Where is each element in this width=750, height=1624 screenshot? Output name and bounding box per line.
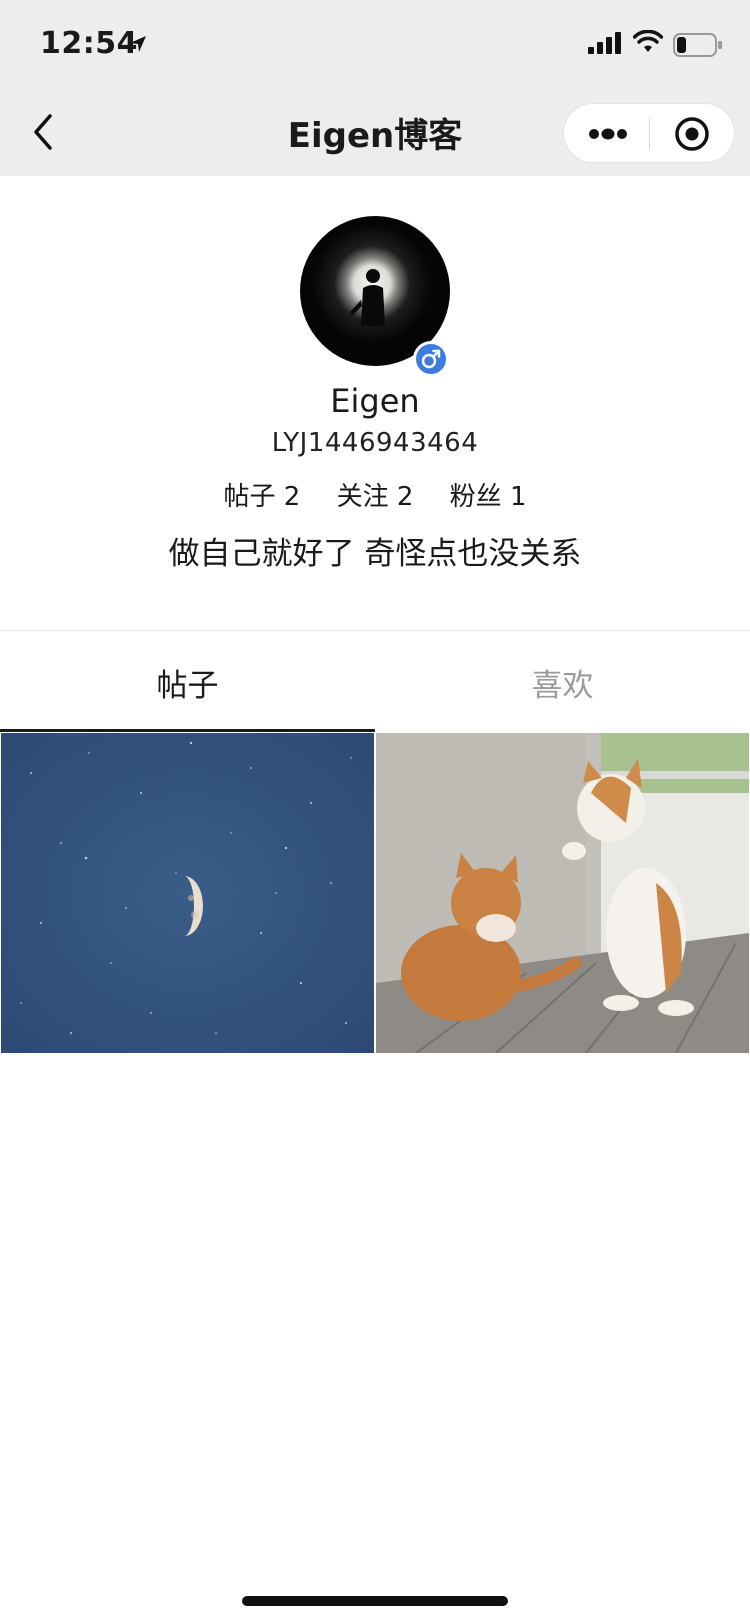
tab-indicator [0, 729, 375, 732]
status-time: 12:54 [40, 26, 138, 61]
nav-bar: Eigen博客 [0, 88, 750, 176]
stat-label: 粉丝 [449, 482, 502, 512]
bio: 做自己就好了 奇怪点也没关系 [168, 536, 582, 572]
home-indicator[interactable] [242, 1596, 508, 1606]
battery-icon [673, 33, 722, 57]
stat-count: 2 [396, 482, 414, 512]
moon-night-sky-image [1, 733, 374, 1053]
post-item[interactable] [376, 733, 749, 1053]
tab-posts[interactable]: 帖子 [0, 660, 375, 705]
gender-badge [413, 341, 449, 377]
stat-count: 2 [283, 482, 301, 512]
stats-row: 帖子 2 关注 2 粉丝 1 [0, 476, 750, 513]
stat-label: 帖子 [223, 482, 276, 512]
stat-following[interactable]: 关注 2 [337, 476, 414, 513]
username: Eigen [330, 382, 420, 420]
tab-likes[interactable]: 喜欢 [375, 660, 750, 705]
close-icon[interactable] [674, 116, 710, 152]
user-id: LYJ1446943464 [271, 428, 479, 458]
more-icon[interactable] [588, 128, 628, 140]
signal-icon [588, 32, 621, 54]
wifi-icon [633, 30, 663, 52]
location-arrow-icon [130, 36, 146, 52]
capsule-divider [649, 118, 650, 150]
two-cats-image [376, 733, 749, 1053]
male-icon [421, 349, 441, 369]
stat-count: 1 [509, 482, 527, 512]
capsule-menu [563, 103, 735, 163]
post-item[interactable] [1, 733, 374, 1053]
stat-label: 关注 [336, 482, 389, 512]
stat-posts[interactable]: 帖子 2 [223, 476, 300, 513]
status-bar: 12:54 [0, 0, 750, 88]
divider [0, 630, 750, 631]
stat-followers[interactable]: 粉丝 1 [450, 476, 527, 513]
